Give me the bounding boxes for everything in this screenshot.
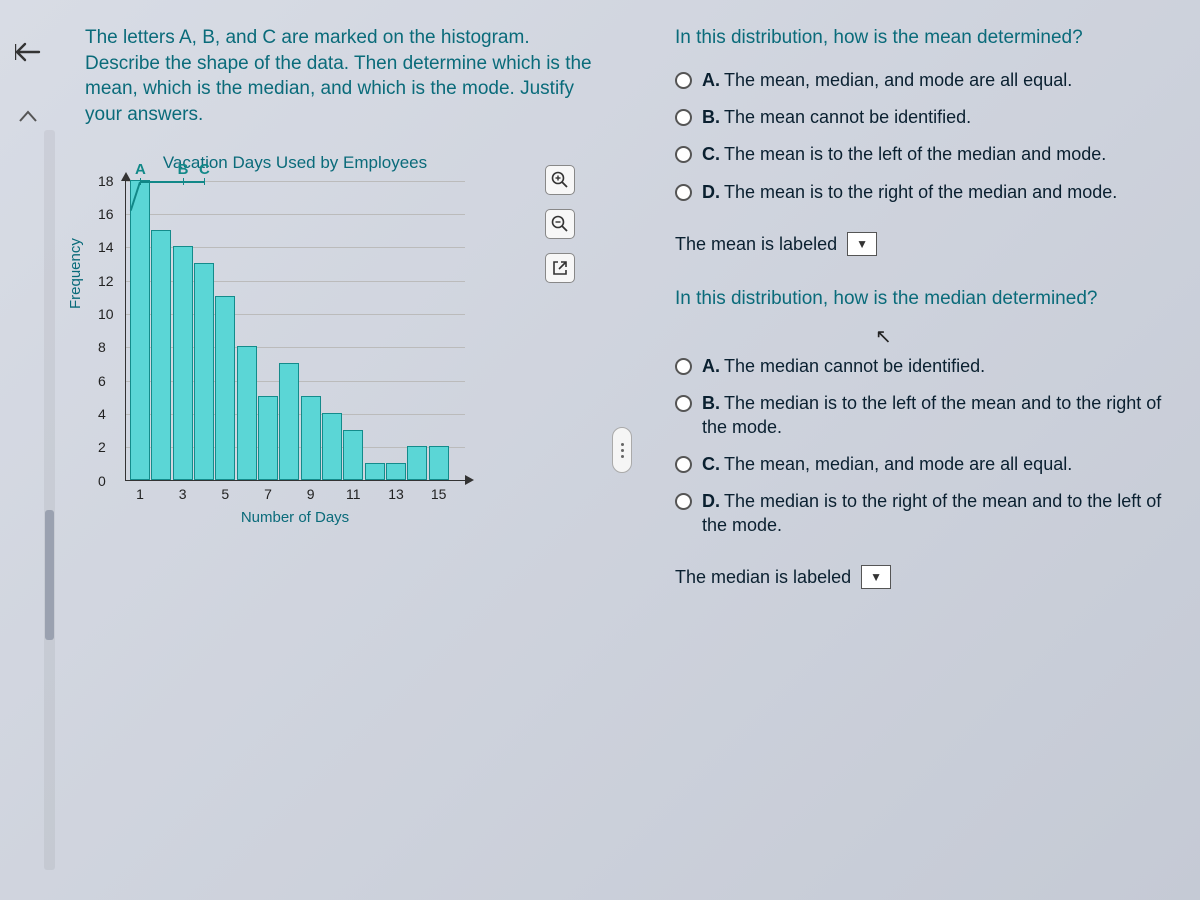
histogram-bar xyxy=(365,463,385,480)
y-tick-label: 14 xyxy=(98,239,114,255)
prev-page-icon[interactable] xyxy=(13,40,43,64)
histogram-bar xyxy=(279,363,299,480)
q2-option-c-text: The mean, median, and mode are all equal… xyxy=(724,454,1072,474)
histogram-bar xyxy=(130,180,150,480)
q2-option-d[interactable]: D.The median is to the right of the mean… xyxy=(675,490,1170,537)
histogram-bar xyxy=(215,296,235,479)
q1-option-b-text: The mean cannot be identified. xyxy=(724,107,971,127)
y-tick-label: 16 xyxy=(98,206,114,222)
q2-fill-label: The median is labeled xyxy=(675,567,851,588)
q1-option-d[interactable]: D.The mean is to the right of the median… xyxy=(675,181,1170,204)
q2-heading: In this distribution, how is the median … xyxy=(675,286,1170,312)
radio-icon xyxy=(675,72,692,89)
histogram-bar xyxy=(173,246,193,479)
q1-option-c-text: The mean is to the left of the median an… xyxy=(724,144,1106,164)
radio-icon xyxy=(675,109,692,126)
chart-marker-b: B xyxy=(178,161,189,178)
histogram-chart: Vacation Days Used by Employees 02468101… xyxy=(125,153,605,526)
q1-option-d-text: The mean is to the right of the median a… xyxy=(724,182,1117,202)
histogram-bar xyxy=(407,446,427,479)
x-axis-label: Number of Days xyxy=(125,509,465,526)
y-tick-label: 6 xyxy=(98,373,106,389)
q2-option-c[interactable]: C.The mean, median, and mode are all equ… xyxy=(675,453,1170,476)
scrollbar-track[interactable] xyxy=(44,130,55,870)
x-tick-label: 13 xyxy=(388,486,404,502)
histogram-bar xyxy=(194,263,214,480)
q1-option-b[interactable]: B.The mean cannot be identified. xyxy=(675,106,1170,129)
q1-heading: In this distribution, how is the mean de… xyxy=(675,25,1170,51)
x-tick-label: 5 xyxy=(221,486,229,502)
y-tick-label: 4 xyxy=(98,406,106,422)
chart-marker-c: C xyxy=(199,161,210,178)
histogram-bar xyxy=(343,430,363,480)
y-axis-label: Frequency xyxy=(67,238,84,309)
x-tick-label: 11 xyxy=(346,486,361,502)
histogram-bar xyxy=(429,446,449,479)
x-tick-label: 3 xyxy=(179,486,187,502)
histogram-bar xyxy=(301,396,321,479)
scrollbar-thumb[interactable] xyxy=(45,510,54,640)
x-tick-label: 15 xyxy=(431,486,447,502)
q2-option-b[interactable]: B.The median is to the left of the mean … xyxy=(675,392,1170,439)
q1-select[interactable]: ▼ xyxy=(847,232,877,256)
zoom-in-button[interactable] xyxy=(545,165,575,195)
q1-option-a[interactable]: A.The mean, median, and mode are all equ… xyxy=(675,69,1170,92)
radio-icon xyxy=(675,493,692,510)
x-axis-arrow-icon xyxy=(465,475,474,485)
y-tick-label: 12 xyxy=(98,273,114,289)
y-tick-label: 8 xyxy=(98,339,106,355)
scroll-up-icon[interactable] xyxy=(13,104,43,128)
radio-icon xyxy=(675,456,692,473)
y-tick-label: 2 xyxy=(98,439,106,455)
radio-icon xyxy=(675,184,692,201)
histogram-bar xyxy=(237,346,257,479)
open-external-button[interactable] xyxy=(545,253,575,283)
histogram-bar xyxy=(386,463,406,480)
histogram-bar xyxy=(151,230,171,480)
q1-option-a-text: The mean, median, and mode are all equal… xyxy=(724,70,1072,90)
x-tick-label: 9 xyxy=(307,486,315,502)
q1-option-c[interactable]: C.The mean is to the left of the median … xyxy=(675,143,1170,166)
histogram-bar xyxy=(258,396,278,479)
q2-option-d-text: The median is to the right of the mean a… xyxy=(702,491,1161,534)
histogram-bar xyxy=(322,413,342,480)
x-tick-label: 1 xyxy=(136,486,144,502)
y-tick-label: 0 xyxy=(98,473,106,489)
q2-option-a[interactable]: A.The median cannot be identified. xyxy=(675,355,1170,378)
chart-title: Vacation Days Used by Employees xyxy=(125,153,465,173)
chart-marker-a: A xyxy=(135,161,146,178)
x-tick-label: 7 xyxy=(264,486,272,502)
cursor-icon: ↖ xyxy=(875,324,1170,349)
question-prompt: The letters A, B, and C are marked on th… xyxy=(85,25,605,128)
q1-fill-label: The mean is labeled xyxy=(675,234,837,255)
radio-icon xyxy=(675,146,692,163)
y-tick-label: 18 xyxy=(98,173,114,189)
q2-select[interactable]: ▼ xyxy=(861,565,891,589)
q2-option-a-text: The median cannot be identified. xyxy=(724,356,985,376)
q2-option-b-text: The median is to the left of the mean an… xyxy=(702,393,1161,436)
radio-icon xyxy=(675,395,692,412)
zoom-out-button[interactable] xyxy=(545,209,575,239)
radio-icon xyxy=(675,358,692,375)
y-tick-label: 10 xyxy=(98,306,114,322)
pane-divider-handle[interactable] xyxy=(612,427,632,473)
